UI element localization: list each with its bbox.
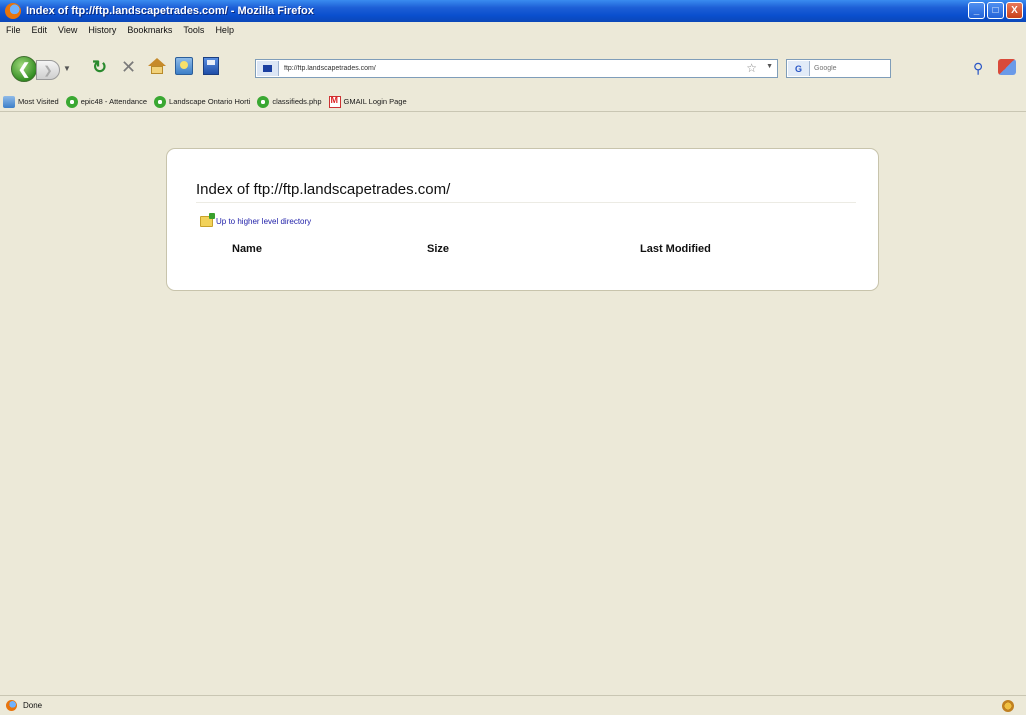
- addon-icon[interactable]: [998, 59, 1016, 75]
- up-directory-link[interactable]: Up to higher level directory: [200, 213, 312, 227]
- bookmark-label: GMAIL Login Page: [343, 97, 407, 106]
- bookmark-epic48[interactable]: epic48 - Attendance: [65, 95, 148, 108]
- folder-up-icon: [200, 213, 215, 227]
- bookmark-classifieds[interactable]: classifieds.php: [257, 95, 322, 108]
- status-icon: [6, 700, 17, 711]
- bookmark-most-visited[interactable]: Most Visited: [3, 95, 59, 108]
- bookmark-label: classifieds.php: [272, 97, 322, 106]
- search-icon[interactable]: ⚲: [973, 60, 983, 77]
- search-bar[interactable]: G: [786, 59, 891, 78]
- close-button[interactable]: X: [1006, 2, 1023, 19]
- menu-file[interactable]: File: [6, 25, 21, 35]
- window-title-bar[interactable]: Index of ftp://ftp.landscapetrades.com/ …: [0, 0, 1026, 22]
- divider: [196, 202, 856, 203]
- search-engine-icon[interactable]: G: [788, 61, 810, 76]
- up-directory-label: Up to higher level directory: [216, 217, 312, 226]
- landscape-ontario-icon: [154, 95, 167, 108]
- minimize-button[interactable]: _: [968, 2, 985, 19]
- menu-tools[interactable]: Tools: [183, 25, 204, 35]
- window-controls: _ □ X: [968, 2, 1023, 19]
- url-input[interactable]: [284, 65, 684, 72]
- menu-help[interactable]: Help: [215, 25, 234, 35]
- page-title: Index of ftp://ftp.landscapetrades.com/: [196, 181, 451, 198]
- window-title: Index of ftp://ftp.landscapetrades.com/ …: [26, 5, 314, 17]
- history-dropdown-icon[interactable]: ▼: [63, 64, 71, 73]
- bookmark-landscape-ontario[interactable]: Landscape Ontario Horti: [154, 95, 251, 108]
- maximize-button[interactable]: □: [987, 2, 1004, 19]
- column-header-size[interactable]: Size: [427, 243, 449, 255]
- url-bar[interactable]: ☆ ▼: [255, 59, 778, 78]
- page-content[interactable]: Index of ftp://ftp.landscapetrades.com/ …: [0, 113, 1026, 695]
- firefox-icon: [5, 3, 21, 19]
- bookmark-label: Landscape Ontario Horti: [169, 97, 251, 106]
- column-header-name[interactable]: Name: [232, 243, 262, 255]
- status-bar: Done: [0, 695, 1026, 715]
- addon-status-icon[interactable]: [1002, 700, 1014, 712]
- most-visited-icon: [3, 95, 15, 108]
- bookmark-page-icon[interactable]: [175, 57, 193, 75]
- forward-button[interactable]: ❯: [36, 60, 60, 80]
- gmail-icon: [328, 95, 341, 108]
- url-dropdown-icon[interactable]: ▼: [766, 63, 773, 70]
- home-icon[interactable]: [148, 58, 166, 74]
- directory-listing-card: Index of ftp://ftp.landscapetrades.com/ …: [166, 148, 879, 291]
- bookmark-label: Most Visited: [18, 97, 59, 106]
- landscape-ontario-icon: [65, 95, 78, 108]
- menu-bar: File Edit View History Bookmarks Tools H…: [0, 22, 1026, 38]
- site-identity-icon[interactable]: [257, 61, 279, 76]
- back-arrow-icon: ❮: [17, 61, 31, 78]
- column-header-last-modified[interactable]: Last Modified: [640, 243, 711, 255]
- status-text: Done: [23, 701, 43, 710]
- landscape-ontario-icon: [257, 95, 270, 108]
- save-icon[interactable]: [203, 57, 219, 75]
- reload-icon[interactable]: ↻: [92, 57, 107, 78]
- back-button[interactable]: ❮: [11, 56, 37, 82]
- star-icon[interactable]: ☆: [746, 61, 757, 75]
- menu-edit[interactable]: Edit: [32, 25, 48, 35]
- stop-icon[interactable]: ✕: [121, 57, 136, 78]
- forward-arrow-icon: ❯: [43, 64, 53, 77]
- bookmark-label: epic48 - Attendance: [80, 97, 148, 106]
- menu-bookmarks[interactable]: Bookmarks: [127, 25, 172, 35]
- navigation-toolbar: ❮ ❯ ▼ ↻ ✕ ☆ ▼ G ⚲: [0, 38, 1026, 92]
- bookmarks-toolbar: Most Visited epic48 - Attendance Landsca…: [0, 92, 1026, 112]
- menu-view[interactable]: View: [58, 25, 77, 35]
- search-input[interactable]: [814, 65, 884, 72]
- bookmark-gmail[interactable]: GMAIL Login Page: [328, 95, 407, 108]
- menu-history[interactable]: History: [88, 25, 116, 35]
